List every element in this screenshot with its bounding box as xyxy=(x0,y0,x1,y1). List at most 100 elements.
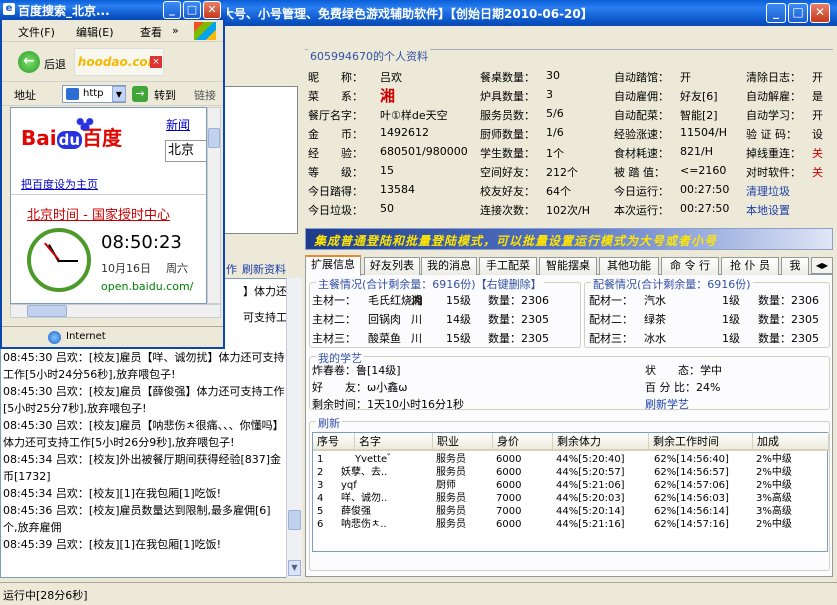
links-label[interactable]: 链接 xyxy=(194,87,216,103)
table-header[interactable]: 剩余体力 xyxy=(553,433,649,451)
browser-hscrollbar[interactable] xyxy=(10,304,221,318)
back-arrow-icon[interactable]: ← xyxy=(18,51,40,73)
log-line: 08:45:34 吕欢：[校友][1]在我包厢[1]吃饭! xyxy=(3,487,222,500)
study-info: 炸春卷：鲁[14级] xyxy=(312,364,401,377)
profile-label: 菜 系： xyxy=(308,90,363,103)
profile-label: 餐桌数量： xyxy=(480,71,535,84)
profile-link[interactable]: 本地设置 xyxy=(746,202,790,218)
baidu-search-input[interactable]: 北京 xyxy=(165,140,206,162)
refresh-study-link[interactable]: 刷新学艺 xyxy=(645,396,689,412)
table-cell: 62%[14:56:03] xyxy=(654,493,729,504)
log-line: 08:45:30 吕欢：[校友]雇员【薛俊强】体力还可支持工作[5小时25分7秒… xyxy=(3,385,285,415)
main-dish-cell: 数量：2305 xyxy=(488,332,549,345)
tab-scroll-arrows[interactable]: ◀▶ xyxy=(811,257,833,274)
log-scrollbar[interactable]: ▼ xyxy=(286,278,302,578)
table-cell: 服务员 xyxy=(436,467,466,478)
table-cell: 6000 xyxy=(496,480,522,491)
left-upper-panel xyxy=(222,86,298,234)
profile-label: 经验涨速： xyxy=(614,128,669,141)
minimize-button[interactable]: _ xyxy=(766,3,786,23)
table-cell: 咩、诚勿.. xyxy=(341,493,388,504)
profile-label: 空间好友： xyxy=(480,166,535,179)
profile-label: 等 级： xyxy=(308,166,363,179)
main-dish-cell: 主材三： xyxy=(312,332,356,345)
profile-value: 开 xyxy=(812,71,823,84)
side-dish-cell: 数量：2305 xyxy=(758,332,819,345)
table-cell: 服务员 xyxy=(436,454,466,465)
result-title-link[interactable]: 北京时间 - 国家授时中心 xyxy=(27,204,170,223)
menu-file[interactable]: 文件(F) xyxy=(18,24,55,40)
browser-page: Bai du 百度 新闻 北京 把百度设为主页 北京时间 - 国家授时中心 08:5… xyxy=(10,107,207,304)
table-header[interactable]: 名字 xyxy=(355,433,433,451)
stop-icon[interactable]: × xyxy=(150,56,162,68)
table-cell: 6000 xyxy=(496,454,522,465)
main-dish-title[interactable]: 主餐情况(合计剩余量：6916份)【右键删除】 xyxy=(316,276,544,292)
browser-title: 百度搜索_北京... xyxy=(18,4,110,18)
status-bar: 运行中[28分6秒] xyxy=(0,582,837,605)
go-arrow-icon[interactable]: → xyxy=(132,86,148,102)
table-header[interactable]: 加成 xyxy=(753,433,829,451)
side-dish-cell: 配材一： xyxy=(589,294,633,307)
browser-hscroll-thumb[interactable] xyxy=(27,305,67,317)
table-cell: 1 xyxy=(317,454,324,465)
tab-2[interactable]: 我的消息 xyxy=(421,257,477,275)
profile-value: 关 xyxy=(812,147,823,160)
tab-5[interactable]: 其他功能 xyxy=(599,257,659,275)
tab-3[interactable]: 手工配菜 xyxy=(479,257,537,275)
browser-maximize-button[interactable]: □ xyxy=(183,1,201,19)
table-row[interactable]: 1 Yvette゛ 服务员 6000 44%[5:20:40] 62%[14:56:40]… xyxy=(313,454,827,467)
menu-edit[interactable]: 编辑(E) xyxy=(76,24,114,40)
main-dish-cell: 回锅肉 xyxy=(368,313,401,326)
table-cell: 44%[5:20:14] xyxy=(556,506,625,517)
menu-view[interactable]: 查看 xyxy=(140,24,162,40)
table-row[interactable]: 4 咩、诚勿.. 服务员 7000 44%[5:20:03] 62%[14:56:03] 3… xyxy=(313,493,827,506)
table-header[interactable]: 剩余工作时间 xyxy=(649,433,753,451)
browser-close-button[interactable]: ✕ xyxy=(203,1,221,19)
log-toolbar-item[interactable]: 作 xyxy=(226,261,237,277)
browser-vscrollbar[interactable] xyxy=(207,107,221,304)
go-button[interactable]: 转到 xyxy=(154,87,176,103)
refresh-profile-link[interactable]: 刷新资料 xyxy=(242,261,286,277)
set-homepage-link[interactable]: 把百度设为主页 xyxy=(21,176,98,192)
side-dish-cell: 1级 xyxy=(722,313,740,326)
page-icon xyxy=(66,88,79,100)
log-scroll-thumb[interactable] xyxy=(288,510,301,530)
tab-8[interactable]: 我 xyxy=(781,257,809,275)
profile-value: 64个 xyxy=(546,185,571,198)
table-cell: 62%[14:56:57] xyxy=(654,467,729,478)
profile-link[interactable]: 清理垃圾 xyxy=(746,183,790,199)
table-header[interactable]: 职业 xyxy=(433,433,493,451)
tab-0[interactable]: 扩展信息 xyxy=(305,255,361,276)
refresh-title[interactable]: 刷新 xyxy=(316,415,342,431)
table-header[interactable]: 身价 xyxy=(493,433,553,451)
tab-4[interactable]: 智能摆桌 xyxy=(539,257,597,275)
table-row[interactable]: 6 呐悲伤ㅊ.. 服务员 6000 44%[5:21:16] 62%[14:57:16] 2… xyxy=(313,519,827,532)
news-link[interactable]: 新闻 xyxy=(166,116,190,133)
browser-vscroll-thumb[interactable] xyxy=(208,128,220,148)
profile-label: 学生数量： xyxy=(480,147,535,160)
browser-minimize-button[interactable]: _ xyxy=(163,1,181,19)
close-button[interactable]: ✕ xyxy=(810,3,830,23)
table-row[interactable]: 5 薛俊强 服务员 7000 44%[5:20:14] 62%[14:56:14] 3%高级 xyxy=(313,506,827,519)
profile-label: 自动配菜： xyxy=(614,109,669,122)
table-row[interactable]: 2 妖孽、去.. 服务员 6000 44%[5:20:57] 62%[14:56:57] 2… xyxy=(313,467,827,480)
menu-more-chevron-icon[interactable]: » xyxy=(172,24,179,37)
tab-1[interactable]: 好友列表 xyxy=(364,257,420,275)
profile-label: 本次运行： xyxy=(614,204,669,217)
table-row[interactable]: 3 yqf 厨师 6000 44%[5:21:06] 62%[14:57:06] 2%中级 xyxy=(313,480,827,493)
tab-6[interactable]: 命 令 行 xyxy=(661,257,719,275)
address-dropdown-chevron-down-icon[interactable]: ▼ xyxy=(112,86,126,102)
profile-label: 自动学习： xyxy=(746,109,801,122)
scroll-down-arrow-icon[interactable]: ▼ xyxy=(288,560,301,576)
ad-banner: 集成普通登陆和批量登陆模式，可以批量设置运行模式为大号或者小号 xyxy=(305,228,833,250)
profile-value: 30 xyxy=(546,69,560,82)
table-cell: 6 xyxy=(317,519,324,530)
main-dish-cell: 15级 xyxy=(446,332,471,345)
profile-label: 校友好友： xyxy=(480,185,535,198)
back-button-label[interactable]: 后退 xyxy=(44,56,66,72)
profile-value: 关 xyxy=(812,166,823,179)
maximize-button[interactable]: □ xyxy=(788,3,808,23)
study-info: 好 友：ω小鑫ω xyxy=(312,381,408,394)
table-header[interactable]: 序号 xyxy=(313,433,355,451)
tab-7[interactable]: 抢 仆 员 xyxy=(721,257,779,275)
